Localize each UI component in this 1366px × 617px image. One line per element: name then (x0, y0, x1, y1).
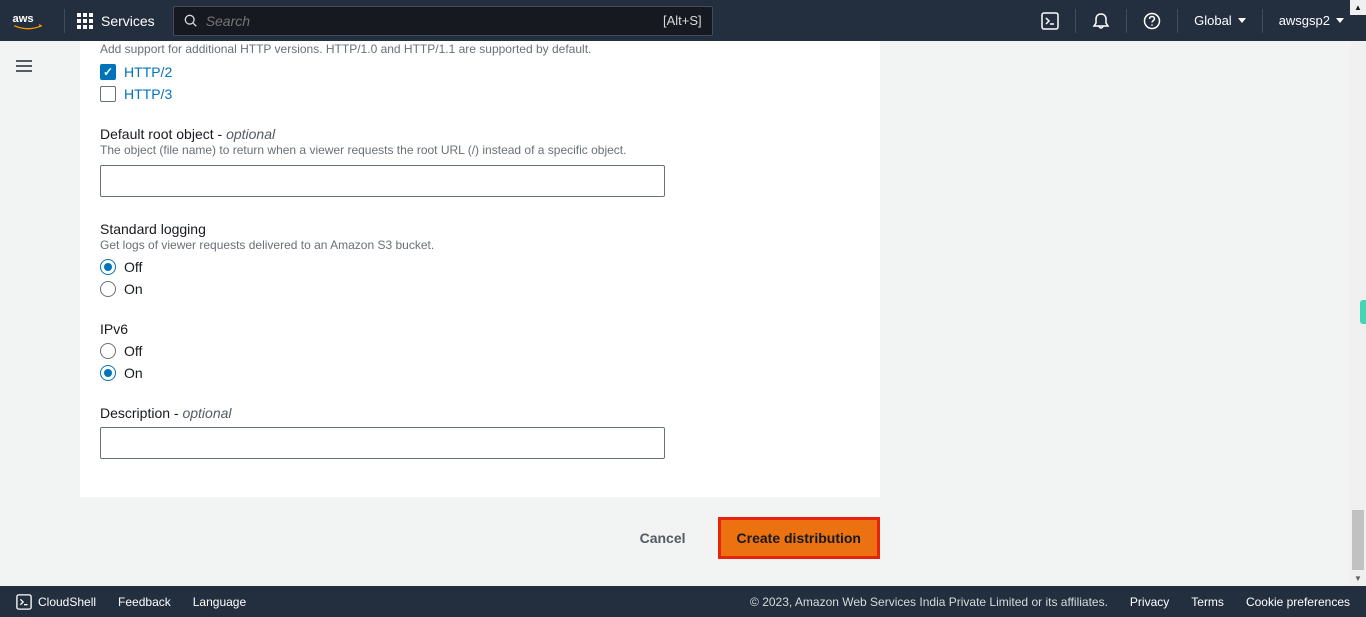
cloudshell-icon (16, 594, 32, 610)
settings-panel: Add support for additional HTTP versions… (80, 41, 880, 497)
notifications-button[interactable] (1082, 4, 1120, 38)
bell-icon (1092, 12, 1110, 30)
http3-label: HTTP/3 (124, 86, 172, 102)
action-buttons: Cancel Create distribution (80, 517, 880, 559)
divider (1126, 9, 1127, 33)
http3-checkbox[interactable] (100, 86, 116, 102)
cookies-link[interactable]: Cookie preferences (1246, 595, 1350, 609)
divider (64, 9, 65, 33)
ipv6-on-radio[interactable] (100, 365, 116, 381)
chevron-down-icon (1336, 18, 1344, 23)
root-object-input[interactable] (100, 165, 665, 197)
side-nav-toggle[interactable] (8, 52, 40, 80)
logging-on-label: On (124, 281, 143, 297)
cloudshell-footer-link[interactable]: CloudShell (16, 594, 96, 610)
cancel-button[interactable]: Cancel (628, 522, 698, 554)
account-label: awsgsp2 (1279, 13, 1330, 28)
services-menu-button[interactable]: Services (69, 7, 163, 35)
description-label: Description - optional (100, 405, 860, 421)
scroll-down-arrow[interactable]: ▼ (1350, 570, 1366, 586)
services-label: Services (101, 13, 155, 29)
logging-on-row[interactable]: On (100, 281, 860, 297)
logging-group: Standard logging Get logs of viewer requ… (100, 221, 860, 298)
main-content: Add support for additional HTTP versions… (40, 41, 1350, 586)
svg-text:aws: aws (12, 13, 33, 25)
search-hint: [Alt+S] (663, 13, 702, 28)
divider (1075, 9, 1076, 33)
http3-checkbox-row[interactable]: HTTP/3 (100, 86, 860, 102)
scroll-up-arrow[interactable]: ▲ (1350, 0, 1366, 15)
feedback-link[interactable]: Feedback (118, 595, 171, 609)
aws-footer: CloudShell Feedback Language © 2023, Ama… (0, 586, 1366, 617)
scrollbar-thumb[interactable] (1352, 510, 1364, 570)
terms-link[interactable]: Terms (1191, 595, 1224, 609)
help-icon (1143, 12, 1161, 30)
account-menu[interactable]: awsgsp2 (1269, 7, 1354, 34)
hamburger-icon (16, 60, 32, 72)
language-link[interactable]: Language (193, 595, 246, 609)
chevron-down-icon (1238, 18, 1246, 23)
http-versions-help: Add support for additional HTTP versions… (100, 41, 860, 58)
grid-icon (77, 13, 93, 29)
region-selector[interactable]: Global (1184, 7, 1256, 34)
http2-checkbox-row[interactable]: HTTP/2 (100, 64, 860, 80)
create-distribution-button[interactable]: Create distribution (725, 524, 873, 552)
privacy-link[interactable]: Privacy (1130, 595, 1169, 609)
logging-on-radio[interactable] (100, 281, 116, 297)
http-versions-group: Add support for additional HTTP versions… (100, 41, 860, 102)
search-input[interactable] (206, 13, 663, 29)
cloudshell-icon (1041, 12, 1059, 30)
ipv6-group: IPv6 Off On (100, 321, 860, 381)
logging-help: Get logs of viewer requests delivered to… (100, 237, 860, 254)
logging-off-row[interactable]: Off (100, 259, 860, 275)
ipv6-off-label: Off (124, 343, 142, 359)
logging-label: Standard logging (100, 221, 860, 237)
logging-off-radio[interactable] (100, 259, 116, 275)
description-group: Description - optional (100, 405, 860, 459)
search-box[interactable]: [Alt+S] (173, 6, 713, 36)
root-object-label: Default root object - optional (100, 126, 860, 142)
http2-checkbox[interactable] (100, 64, 116, 80)
root-object-help: The object (file name) to return when a … (100, 142, 860, 159)
ipv6-on-label: On (124, 365, 143, 381)
http2-label: HTTP/2 (124, 64, 172, 80)
create-button-highlight: Create distribution (718, 517, 880, 559)
logging-off-label: Off (124, 259, 142, 275)
divider (1177, 9, 1178, 33)
aws-header: aws Services [Alt+S] (0, 0, 1366, 41)
help-button[interactable] (1133, 4, 1171, 38)
description-input[interactable] (100, 427, 665, 459)
ipv6-label: IPv6 (100, 321, 860, 337)
root-object-group: Default root object - optional The objec… (100, 126, 860, 197)
region-label: Global (1194, 13, 1232, 28)
ipv6-off-radio[interactable] (100, 343, 116, 359)
ipv6-off-row[interactable]: Off (100, 343, 860, 359)
search-icon (184, 14, 198, 28)
ipv6-on-row[interactable]: On (100, 365, 860, 381)
aws-logo[interactable]: aws (12, 11, 44, 30)
divider (1262, 9, 1263, 33)
cloudshell-label: CloudShell (38, 595, 96, 609)
cloudshell-header-button[interactable] (1031, 4, 1069, 38)
copyright-text: © 2023, Amazon Web Services India Privat… (750, 595, 1108, 609)
side-panel-handle[interactable] (1360, 300, 1366, 324)
